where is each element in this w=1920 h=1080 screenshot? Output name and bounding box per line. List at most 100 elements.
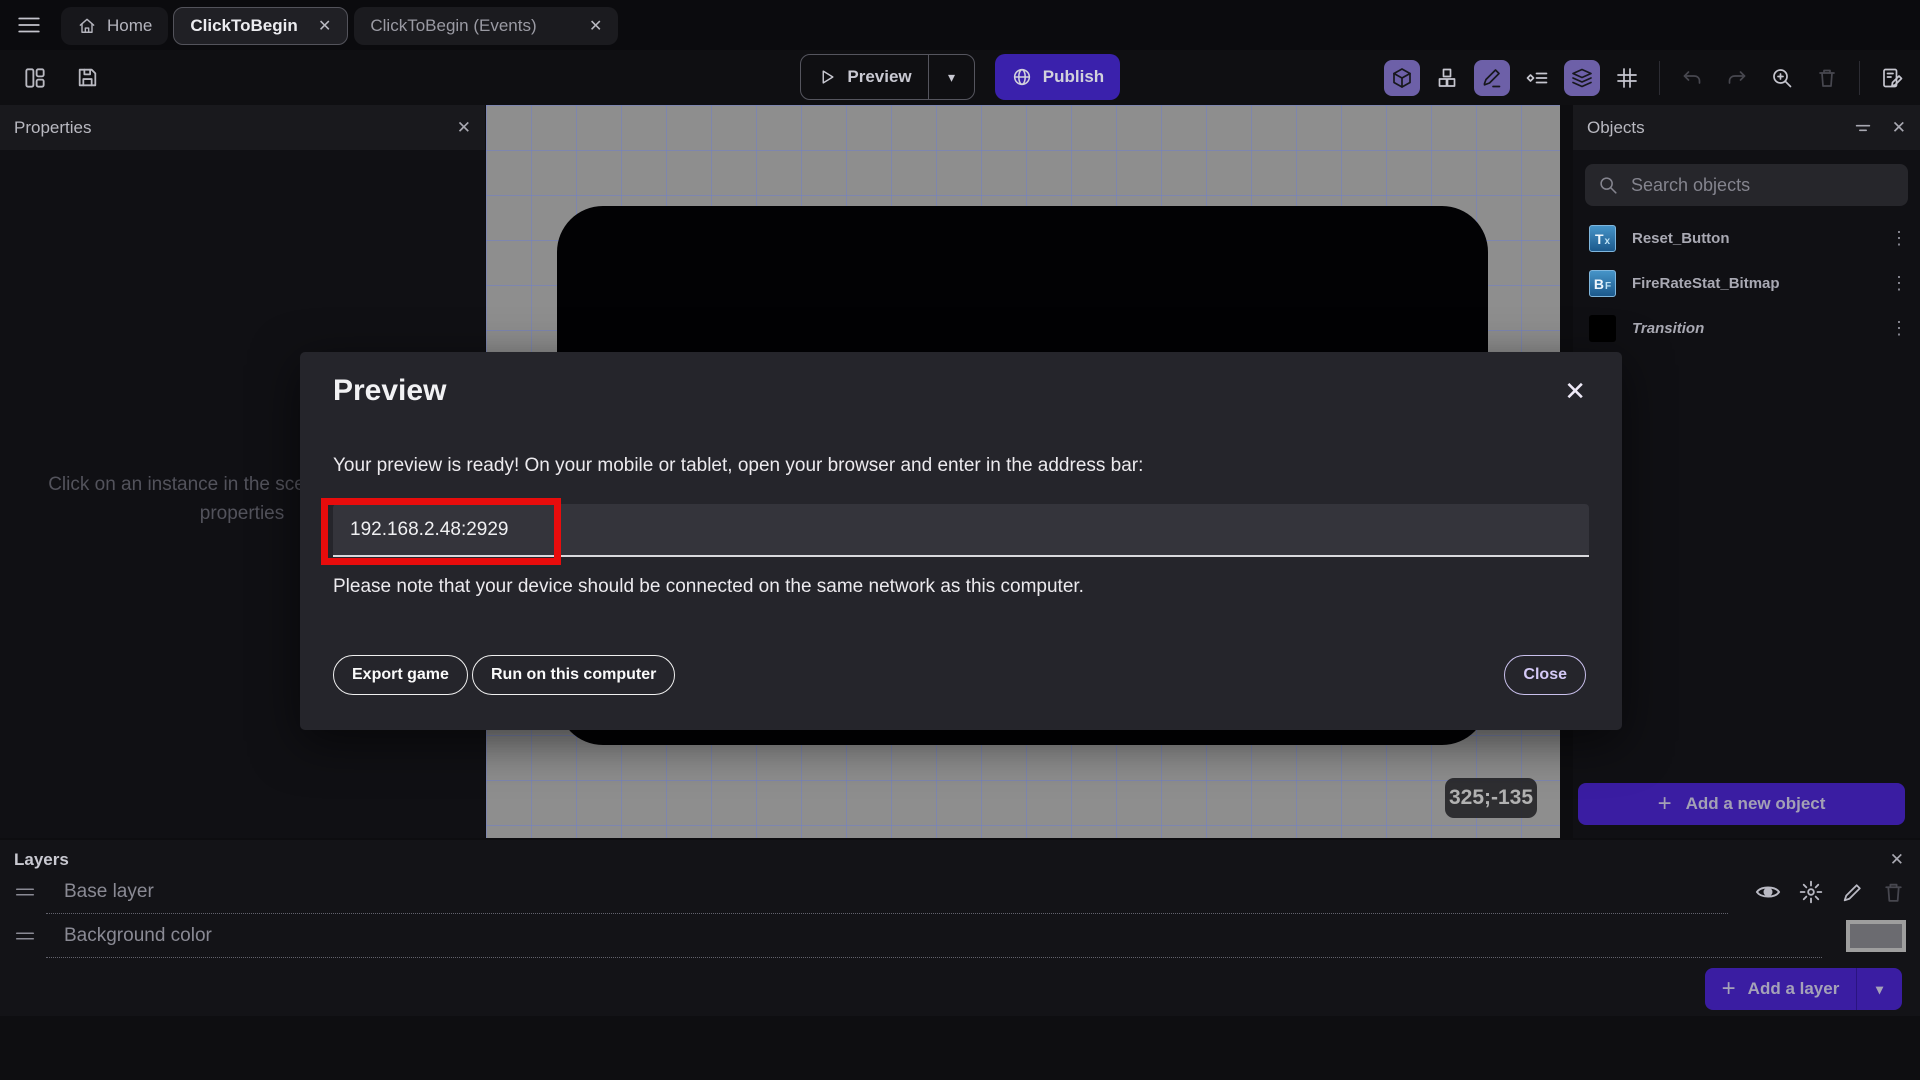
layers-panel-header: Layers ✕ — [0, 840, 1920, 870]
object-row-reset-button[interactable]: Tx Reset_Button ⋮ — [1573, 216, 1920, 261]
panels-layout-button[interactable] — [20, 63, 50, 93]
object-menu-button[interactable]: ⋮ — [1890, 318, 1908, 339]
zoom-in-icon — [1770, 66, 1794, 90]
object-row-fireratestat-bitmap[interactable]: BF FireRateStat_Bitmap ⋮ — [1573, 261, 1920, 306]
add-object-label: Add a new object — [1685, 794, 1826, 813]
cursor-coordinates-badge: 325;-135 — [1445, 778, 1537, 818]
main-menu-button[interactable] — [12, 12, 46, 38]
background-color-swatch[interactable] — [1846, 920, 1906, 952]
toggle-3d-view-button[interactable] — [1384, 59, 1420, 96]
pencil-edit-icon — [1480, 66, 1504, 90]
properties-close-button[interactable]: ✕ — [457, 118, 471, 138]
layout-panels-icon — [22, 65, 48, 91]
object-menu-button[interactable]: ⋮ — [1890, 273, 1908, 294]
export-game-button[interactable]: Export game — [333, 655, 468, 695]
edit-scene-properties-button[interactable] — [1874, 60, 1910, 96]
add-object-button[interactable]: + Add a new object — [1578, 783, 1905, 825]
trash-icon — [1815, 66, 1839, 90]
preview-address-field[interactable] — [333, 504, 1589, 557]
tab-clicktobegin-events[interactable]: ClickToBegin (Events) ✕ — [354, 7, 619, 45]
trash-icon — [1881, 880, 1906, 905]
edit-mode-button[interactable] — [1474, 59, 1510, 96]
filter-icon — [1852, 117, 1874, 139]
zoom-in-button[interactable] — [1764, 60, 1800, 96]
tab-clicktobegin-events-label: ClickToBegin (Events) — [370, 16, 537, 35]
run-on-computer-button[interactable]: Run on this computer — [472, 655, 676, 695]
top-tab-bar: Home ClickToBegin ✕ ClickToBegin (Events… — [0, 0, 1920, 50]
preview-label: Preview — [847, 67, 912, 86]
add-layer-button[interactable]: + Add a layer — [1705, 968, 1856, 1010]
objects-panel-button[interactable] — [1429, 60, 1465, 96]
layer-visibility-button[interactable] — [1754, 878, 1782, 906]
bitmap-font-object-icon: BF — [1589, 270, 1616, 297]
tab-home[interactable]: Home — [61, 7, 169, 45]
toolbar-right-group — [1384, 50, 1910, 105]
layer-edit-button[interactable] — [1840, 880, 1865, 905]
tab-home-label: Home — [107, 16, 153, 35]
objects-panel-header: Objects ✕ — [1573, 105, 1920, 150]
add-layer-dropdown-button[interactable]: ▾ — [1856, 968, 1902, 1010]
drag-handle-icon[interactable] — [14, 881, 36, 903]
save-button[interactable] — [72, 63, 102, 93]
objects-cubes-icon — [1435, 66, 1459, 90]
home-icon — [77, 16, 97, 36]
sprite-object-icon — [1589, 315, 1616, 342]
instances-list-button[interactable] — [1519, 60, 1555, 96]
tab-close-icon[interactable]: ✕ — [318, 16, 331, 36]
objects-search-input[interactable] — [1629, 173, 1896, 197]
object-row-transition[interactable]: Transition ⋮ — [1573, 306, 1920, 351]
search-icon — [1597, 174, 1619, 196]
layer-row-base[interactable]: Base layer — [0, 870, 1920, 914]
drag-handle-icon[interactable] — [14, 925, 36, 947]
background-color-field[interactable]: Background color — [46, 914, 1822, 958]
dialog-message: Your preview is ready! On your mobile or… — [333, 455, 1144, 476]
redo-icon — [1725, 66, 1749, 90]
layers-close-button[interactable]: ✕ — [1890, 850, 1904, 870]
object-menu-button[interactable]: ⋮ — [1890, 228, 1908, 249]
instances-list-icon — [1525, 66, 1549, 90]
properties-panel-title: Properties — [14, 117, 92, 137]
layer-actions — [1754, 878, 1906, 906]
redo-button[interactable] — [1719, 60, 1755, 96]
save-floppy-icon — [75, 65, 100, 90]
objects-close-button[interactable]: ✕ — [1892, 118, 1906, 138]
preview-options-button[interactable]: ▾ — [928, 55, 974, 99]
bottom-strip — [0, 1016, 1920, 1080]
add-layer-split-button: + Add a layer ▾ — [1705, 968, 1902, 1010]
preview-split-button: Preview ▾ — [800, 54, 975, 100]
grid-toggle-button[interactable] — [1609, 60, 1645, 96]
kebab-icon: ⋮ — [1890, 228, 1908, 248]
close-dialog-button[interactable]: Close — [1504, 655, 1586, 695]
cube-3d-icon — [1390, 66, 1414, 90]
undo-button[interactable] — [1674, 60, 1710, 96]
layer-label: Background color — [64, 924, 212, 946]
add-layer-label: Add a layer — [1747, 979, 1840, 998]
tab-close-icon[interactable]: ✕ — [589, 16, 602, 36]
plus-icon: + — [1657, 790, 1672, 817]
layers-panel-title: Layers — [14, 850, 69, 869]
tab-clicktobegin[interactable]: ClickToBegin ✕ — [173, 7, 349, 45]
dialog-title: Preview — [333, 374, 447, 407]
dialog-close-icon[interactable]: ✕ — [1564, 376, 1586, 407]
eye-icon — [1754, 878, 1782, 906]
objects-filter-button[interactable] — [1852, 117, 1874, 139]
delete-button[interactable] — [1809, 60, 1845, 96]
preview-button[interactable]: Preview — [801, 55, 928, 99]
globe-icon — [1011, 66, 1033, 88]
publish-label: Publish — [1042, 67, 1105, 86]
tab-clicktobegin-label: ClickToBegin — [190, 16, 298, 35]
layer-label: Base layer — [64, 880, 154, 902]
chevron-down-icon: ▾ — [1875, 980, 1884, 997]
hamburger-icon — [16, 12, 42, 38]
kebab-icon: ⋮ — [1890, 318, 1908, 338]
objects-search-box[interactable] — [1585, 164, 1908, 206]
layer-delete-button[interactable] — [1881, 880, 1906, 905]
toolbar-divider — [1659, 60, 1660, 95]
grid-icon — [1615, 66, 1639, 90]
publish-button[interactable]: Publish — [995, 54, 1120, 100]
layer-row-background-color[interactable]: Background color — [0, 914, 1920, 958]
layer-effects-button[interactable] — [1798, 879, 1824, 905]
layers-panel-button[interactable] — [1564, 59, 1600, 96]
layer-name-field[interactable]: Base layer — [46, 870, 1728, 914]
layers-panel: Layers ✕ Base layer Background color + A… — [0, 840, 1920, 1016]
